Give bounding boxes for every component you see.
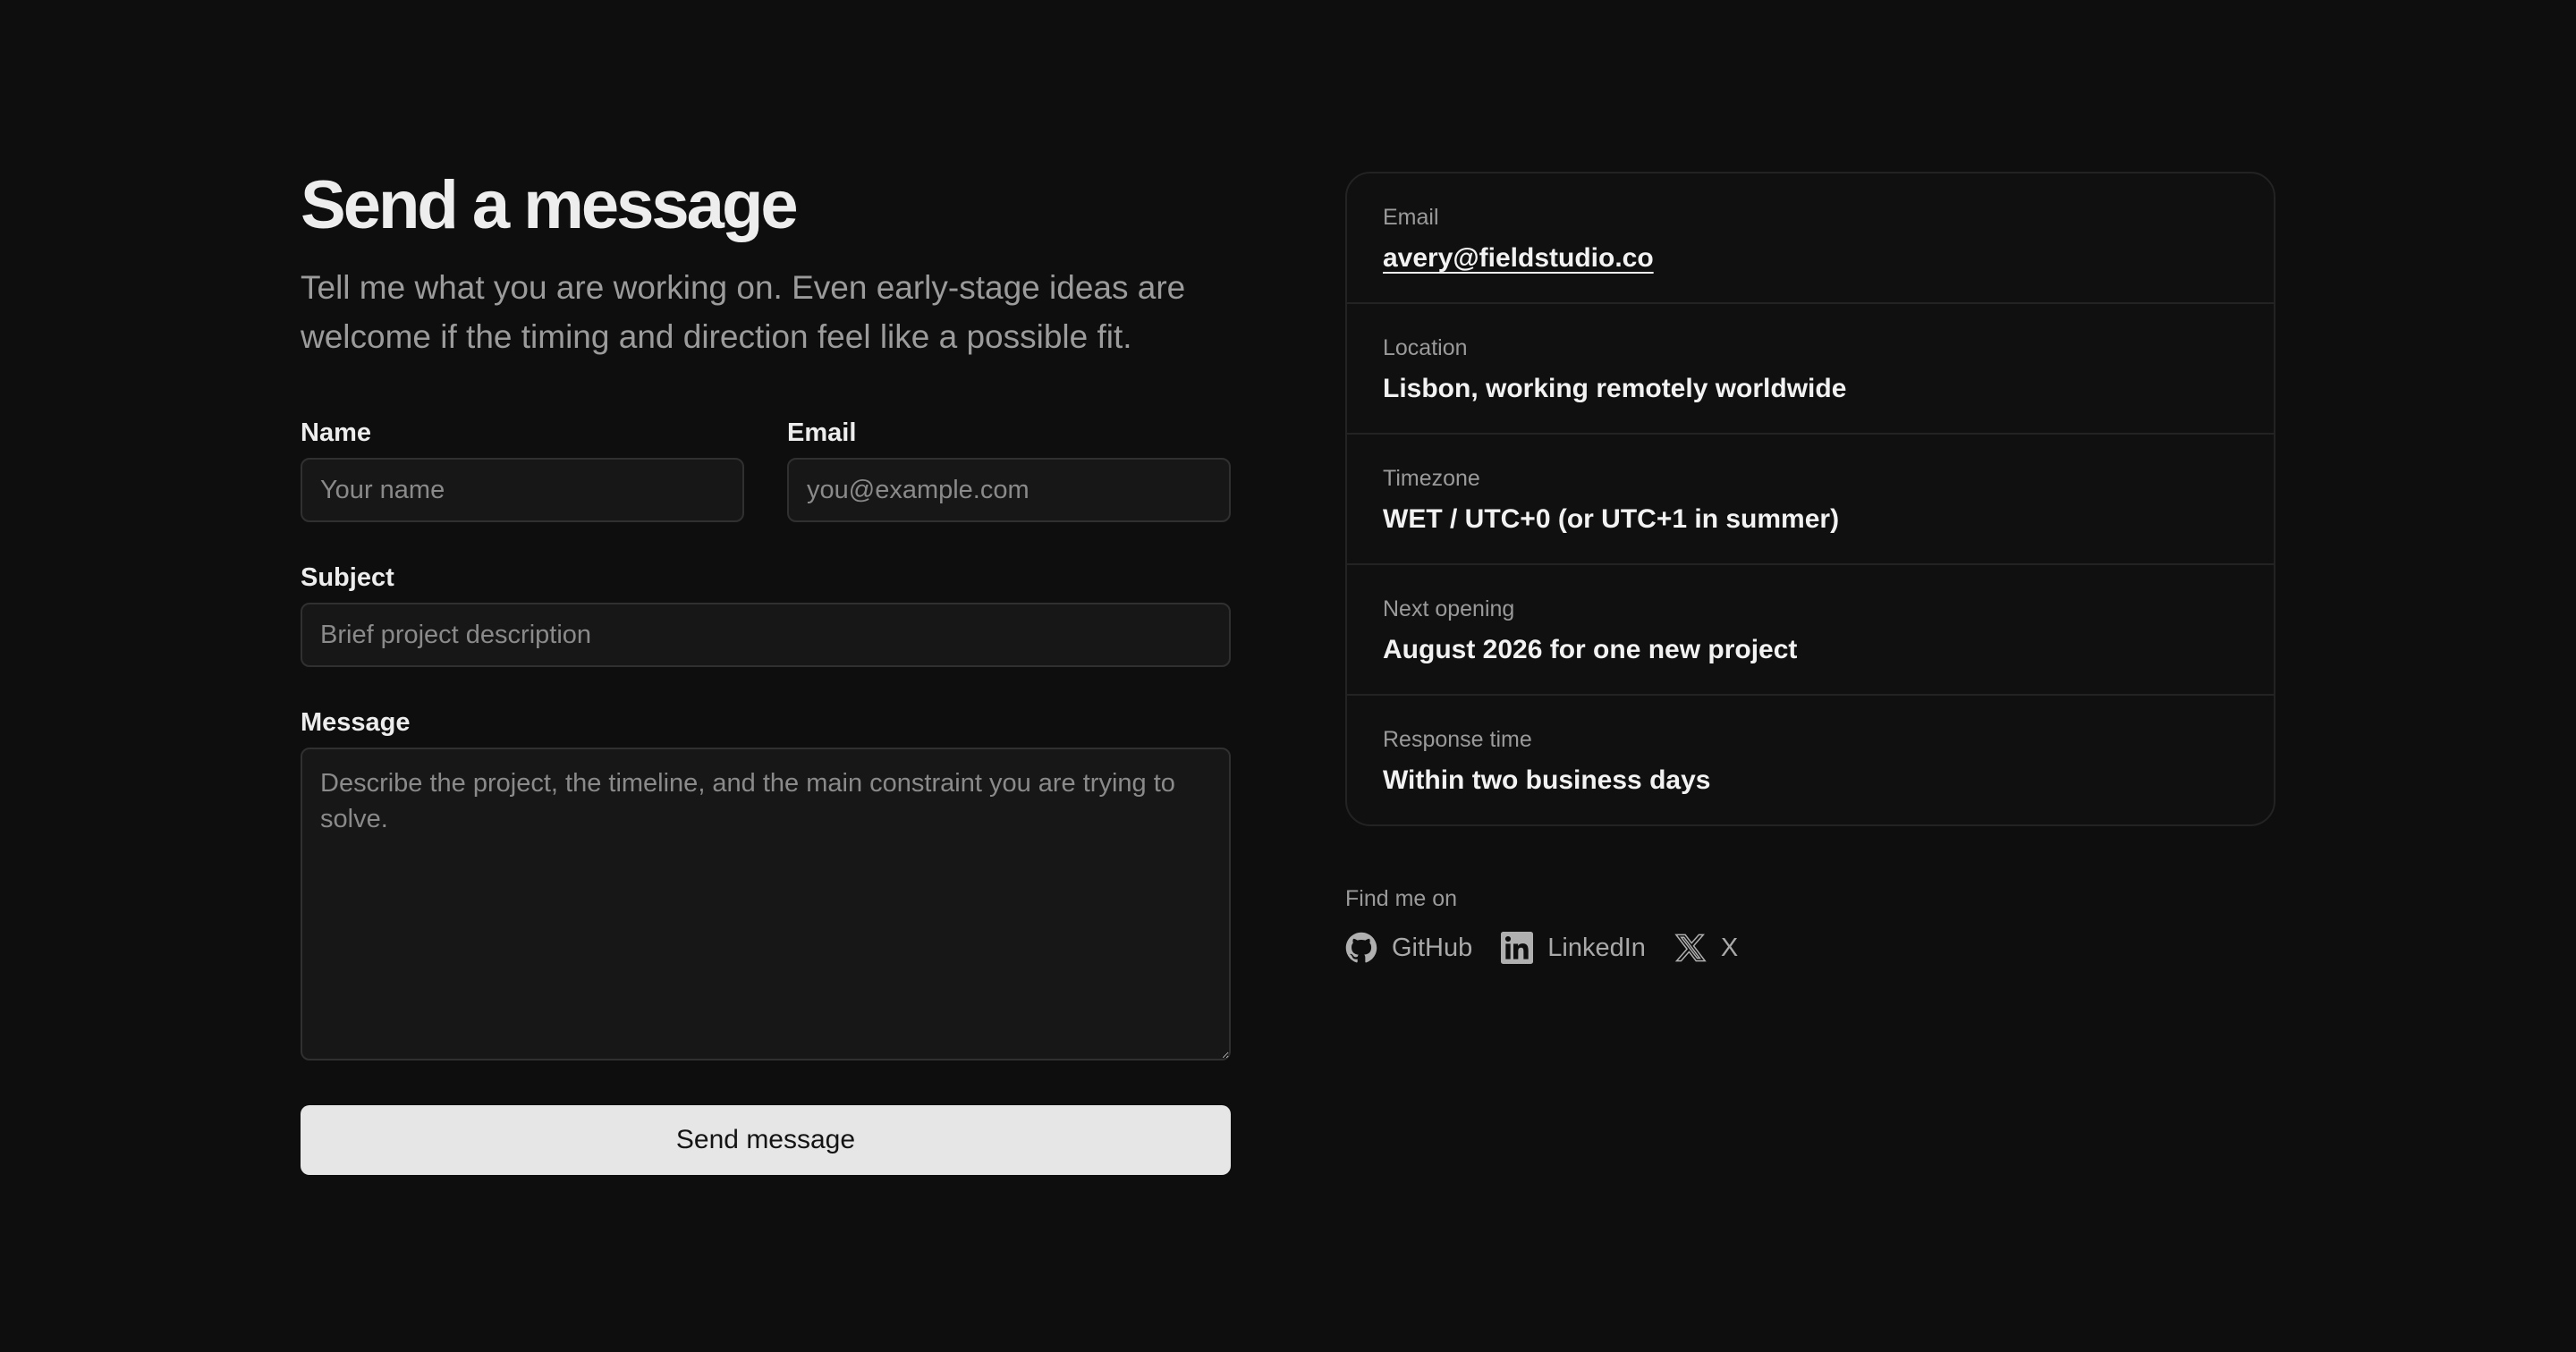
github-link[interactable]: GitHub bbox=[1345, 932, 1472, 964]
social-title: Find me on bbox=[1345, 886, 1458, 911]
page-title: Send a message bbox=[301, 167, 799, 243]
send-message-button[interactable]: Send message bbox=[301, 1105, 1231, 1175]
linkedin-link[interactable]: LinkedIn bbox=[1501, 932, 1646, 964]
subject-field-group: Subject bbox=[301, 560, 1231, 667]
info-location-label: Location bbox=[1383, 335, 1468, 360]
info-row-next-opening: Next opening August 2026 for one new pro… bbox=[1347, 565, 2274, 696]
info-email-label: Email bbox=[1383, 205, 1439, 230]
github-icon bbox=[1345, 932, 1377, 963]
info-row-email: Email avery@fieldstudio.co bbox=[1347, 173, 2274, 304]
message-label: Message bbox=[301, 708, 411, 737]
info-row-response-time: Response time Within two business days bbox=[1347, 696, 2274, 824]
info-response-time-label: Response time bbox=[1383, 727, 1532, 752]
x-icon bbox=[1674, 934, 1707, 962]
x-link[interactable]: X bbox=[1674, 932, 1738, 964]
info-row-timezone: Timezone WET / UTC+0 (or UTC+1 in summer… bbox=[1347, 435, 2274, 565]
info-card: Email avery@fieldstudio.co Location Lisb… bbox=[1345, 172, 2275, 826]
info-row-location: Location Lisbon, working remotely worldw… bbox=[1347, 304, 2274, 435]
info-next-opening-value: August 2026 for one new project bbox=[1383, 635, 1798, 664]
message-textarea[interactable] bbox=[301, 748, 1231, 1060]
info-timezone-label: Timezone bbox=[1383, 466, 1480, 491]
email-input[interactable] bbox=[787, 458, 1231, 522]
social-links: GitHub LinkedIn X bbox=[1345, 932, 2275, 964]
name-field-group: Name bbox=[301, 415, 744, 522]
name-input[interactable] bbox=[301, 458, 744, 522]
contact-page: Send a message Tell me what you are work… bbox=[0, 0, 2576, 1352]
info-location-value: Lisbon, working remotely worldwide bbox=[1383, 374, 1847, 403]
contact-form: Send a message Tell me what you are work… bbox=[301, 161, 1231, 1175]
info-timezone-value: WET / UTC+0 (or UTC+1 in summer) bbox=[1383, 504, 1840, 534]
info-next-opening-label: Next opening bbox=[1383, 596, 1515, 621]
subject-label: Subject bbox=[301, 563, 394, 592]
linkedin-label: LinkedIn bbox=[1547, 933, 1646, 962]
contact-info: Email avery@fieldstudio.co Location Lisb… bbox=[1345, 172, 2275, 964]
x-label: X bbox=[1720, 933, 1739, 962]
subject-input[interactable] bbox=[301, 603, 1231, 667]
github-label: GitHub bbox=[1392, 933, 1473, 962]
intro-text: Tell me what you are working on. Even ea… bbox=[301, 269, 1186, 355]
email-label: Email bbox=[787, 418, 857, 447]
email-field-group: Email bbox=[787, 415, 1231, 522]
social-section: Find me on GitHub LinkedIn X bbox=[1345, 883, 2275, 964]
name-label: Name bbox=[301, 418, 371, 447]
message-field-group: Message bbox=[301, 705, 1231, 1060]
linkedin-icon bbox=[1501, 932, 1534, 964]
info-response-time-value: Within two business days bbox=[1383, 765, 1711, 795]
email-link[interactable]: avery@fieldstudio.co bbox=[1383, 243, 1654, 273]
